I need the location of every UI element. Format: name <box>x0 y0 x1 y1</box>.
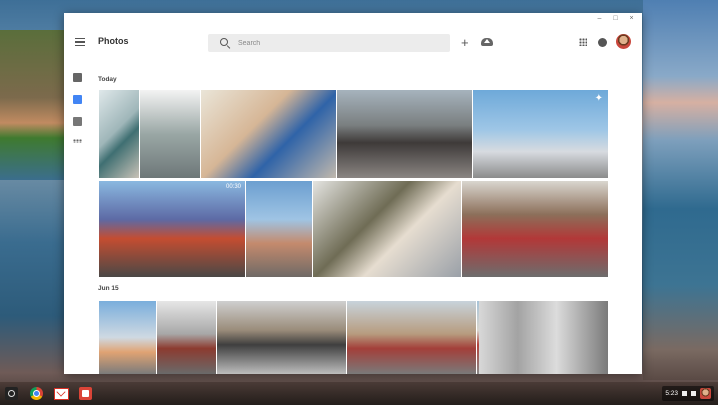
video-duration: 00:30 <box>225 184 241 190</box>
photo-tile[interactable] <box>246 181 312 277</box>
battery-icon <box>691 391 696 396</box>
chrome-icon[interactable] <box>30 387 43 400</box>
clock: 5:23 <box>665 390 678 397</box>
photo-tile[interactable] <box>337 90 472 178</box>
photo-tile[interactable] <box>462 181 608 277</box>
launcher-icon[interactable] <box>5 387 18 400</box>
wallpaper-left <box>0 30 70 180</box>
photos-app-icon[interactable] <box>79 387 92 400</box>
photo-tile[interactable]: ✦ <box>473 90 608 178</box>
more-dots-icon[interactable] <box>73 139 82 143</box>
cloud-upload-icon[interactable] <box>481 38 493 46</box>
user-avatar <box>700 388 711 399</box>
maximize-button[interactable]: □ <box>611 15 620 22</box>
shelf: 5:23 <box>0 382 718 405</box>
photo-tile[interactable] <box>347 301 476 374</box>
search-input[interactable] <box>238 37 438 49</box>
notifications-icon[interactable] <box>598 38 607 47</box>
video-tile[interactable]: 00:30 <box>99 181 245 277</box>
photo-tile[interactable] <box>313 181 461 277</box>
wallpaper-right <box>643 0 718 380</box>
assistant-icon[interactable] <box>73 73 82 82</box>
auto-awesome-icon: ✦ <box>594 93 603 104</box>
photo-tile[interactable] <box>157 301 216 374</box>
window-controls: – □ × <box>595 15 636 22</box>
photos-icon[interactable] <box>73 95 82 104</box>
menu-icon[interactable] <box>75 38 85 47</box>
photo-tile[interactable] <box>99 301 156 374</box>
section-label-today: Today <box>98 76 117 83</box>
page-title: Photos <box>98 36 129 46</box>
photo-tile[interactable] <box>217 301 346 374</box>
close-button[interactable]: × <box>627 15 636 22</box>
side-rail <box>73 73 87 156</box>
minimize-button[interactable]: – <box>595 15 604 22</box>
add-icon[interactable]: + <box>461 36 469 49</box>
search-bar[interactable] <box>208 34 450 52</box>
gmail-icon[interactable] <box>54 388 69 400</box>
section-label-jun-15: Jun 15 <box>98 285 119 292</box>
photo-tile[interactable] <box>479 301 608 374</box>
photo-tile[interactable] <box>99 90 139 178</box>
photos-window: – □ × Photos + Today ✦ 00:30 Jun 15 <box>64 13 642 374</box>
photo-tile[interactable] <box>140 90 200 178</box>
albums-icon[interactable] <box>73 117 82 126</box>
avatar[interactable] <box>616 34 631 49</box>
app-header: Photos + <box>64 26 642 60</box>
photo-tile[interactable] <box>201 90 336 178</box>
search-icon <box>220 38 228 46</box>
wifi-icon <box>682 391 687 396</box>
apps-grid-icon[interactable] <box>579 38 587 46</box>
status-tray[interactable]: 5:23 <box>662 386 714 401</box>
